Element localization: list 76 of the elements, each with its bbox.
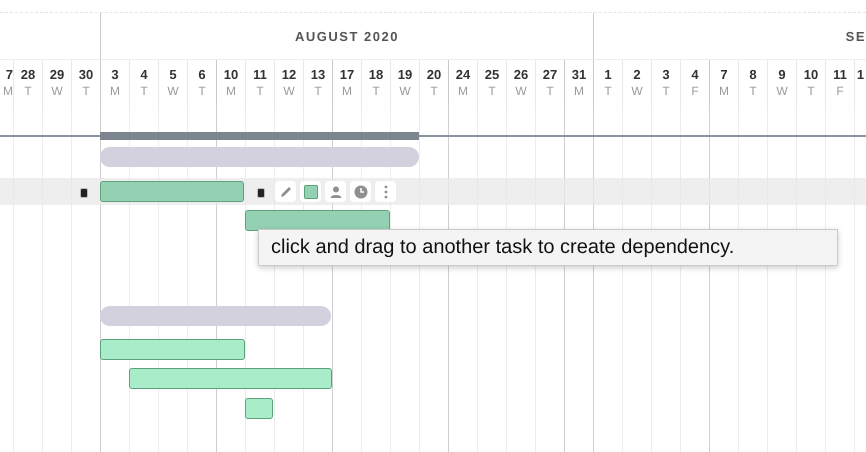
weekday-label: T: [256, 83, 264, 99]
day-number: 24: [456, 67, 470, 83]
day-number: 27: [542, 67, 558, 83]
tooltip: click and drag to another task to create dependency.: [258, 229, 838, 266]
day-number: 5: [169, 67, 177, 83]
weekday-label: T: [140, 83, 148, 99]
weekday-label: W: [631, 83, 643, 99]
day-number: 3: [662, 67, 670, 83]
task-bar[interactable]: [245, 398, 273, 419]
weekday-label: T: [314, 83, 322, 99]
color-swatch[interactable]: [300, 181, 321, 202]
day-number: 7: [720, 67, 728, 83]
drag-handle[interactable]: [257, 188, 265, 198]
weekday-label: M: [574, 83, 584, 99]
day-number: 3: [111, 67, 119, 83]
day-number: 9: [778, 67, 786, 83]
weekday-label: T: [488, 83, 496, 99]
weekday-label: W: [776, 83, 788, 99]
day-number: 19: [398, 67, 412, 83]
weekday-label: T: [662, 83, 670, 99]
weekday-label: T: [82, 83, 90, 99]
weekday-label: F: [836, 83, 844, 99]
weekday-label: W: [515, 83, 527, 99]
day-number: 11: [253, 67, 267, 83]
day-number: 12: [282, 67, 296, 83]
day-number: 29: [50, 67, 64, 83]
weekday-label: M: [458, 83, 468, 99]
weekday-label: W: [51, 83, 63, 99]
day-number: 11: [833, 67, 847, 83]
clock-icon[interactable]: [350, 181, 371, 202]
weekday-label: T: [430, 83, 438, 99]
month-label: AUGUST 2020: [295, 28, 399, 44]
task-bar[interactable]: [100, 181, 244, 202]
day-number: 13: [310, 67, 326, 83]
day-number: 26: [514, 67, 528, 83]
day-number: 28: [20, 67, 36, 83]
task-bar[interactable]: [129, 368, 332, 389]
weekday-label: T: [749, 83, 757, 99]
weekday-label: W: [399, 83, 411, 99]
day-number: 17: [340, 67, 354, 83]
weekday-label: M: [3, 83, 13, 99]
day-number: 31: [572, 67, 586, 83]
day-number: 4: [691, 67, 699, 83]
day-number: 4: [140, 67, 148, 83]
day-number: 10: [804, 67, 818, 83]
more-icon[interactable]: [375, 181, 396, 202]
task-bar[interactable]: [245, 210, 390, 231]
weekday-label: M: [719, 83, 729, 99]
weekday-label: T: [807, 83, 815, 99]
weekday-label: F: [691, 83, 699, 99]
day-number: 2: [633, 67, 641, 83]
day-number: 1: [604, 67, 612, 83]
weekday-label: T: [604, 83, 612, 99]
day-number: 8: [749, 67, 757, 83]
day-number: 10: [224, 67, 238, 83]
weekday-label: W: [283, 83, 295, 99]
weekday-label: T: [24, 83, 32, 99]
task-bar[interactable]: [100, 339, 245, 360]
weekday-label: W: [167, 83, 179, 99]
weekday-label: M: [226, 83, 236, 99]
day-number: 1: [856, 67, 864, 83]
drag-handle[interactable]: [80, 188, 88, 198]
weekday-label: T: [198, 83, 206, 99]
day-number: 30: [78, 67, 94, 83]
weekday-label: M: [110, 83, 120, 99]
pencil-icon[interactable]: [275, 181, 296, 202]
day-number: 25: [484, 67, 500, 83]
weekday-label: M: [342, 83, 352, 99]
weekday-label: T: [372, 83, 380, 99]
person-icon[interactable]: [325, 181, 346, 202]
weekday-label: T: [546, 83, 554, 99]
month-label: SE: [846, 28, 866, 44]
day-number: 18: [368, 67, 384, 83]
day-number: 6: [198, 67, 206, 83]
day-number: 7: [6, 67, 13, 83]
day-number: 20: [426, 67, 442, 83]
